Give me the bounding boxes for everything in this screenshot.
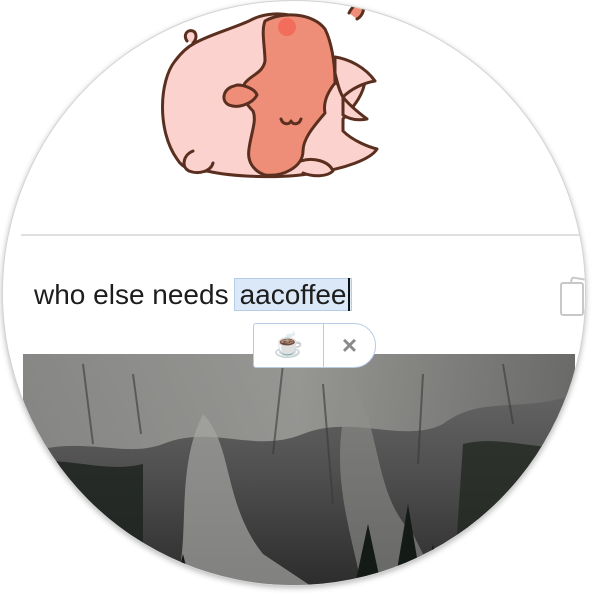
comment-text: who else needs (34, 279, 229, 310)
divider (21, 234, 581, 236)
emoji-suggestion-popup: ☕ × (253, 323, 376, 368)
text-caret (347, 278, 350, 311)
close-icon: × (341, 330, 358, 360)
dragon-sticker-image[interactable] (153, 1, 385, 191)
highlighted-word: aacoffee (239, 279, 347, 310)
cliff-photo (23, 354, 575, 585)
attach-photos-icon[interactable] (557, 275, 586, 319)
emoji-keyword-highlight: aacoffee (233, 278, 352, 311)
dismiss-suggestion-button[interactable]: × (324, 324, 375, 367)
magnified-view: who else needs aacoffee ☕ × (2, 0, 586, 586)
comment-input[interactable]: who else needs aacoffee (34, 277, 352, 313)
coffee-emoji-suggestion-button[interactable]: ☕ (254, 324, 324, 367)
coffee-icon: ☕ (273, 332, 304, 359)
